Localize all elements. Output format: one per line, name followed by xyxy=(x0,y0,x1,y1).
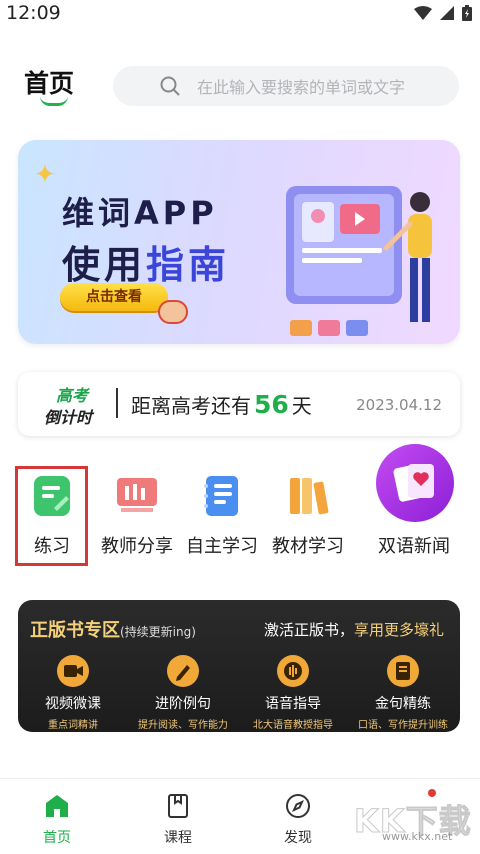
books-item-voice[interactable]: 语音指导 北大语音教授指导 xyxy=(238,655,348,731)
status-bar: 12:09 xyxy=(0,0,480,28)
feature-label-teacher-share: 教师分享 xyxy=(101,536,173,557)
books-item-title: 进阶例句 xyxy=(155,696,211,712)
status-time: 12:09 xyxy=(6,2,61,24)
countdown-days: 56 xyxy=(254,390,289,419)
tab-home[interactable]: 首页 xyxy=(12,793,102,847)
tab-label-home: 首页 xyxy=(43,830,71,846)
book-icon xyxy=(387,655,419,687)
wifi-icon xyxy=(414,6,432,20)
genuine-books-card[interactable]: 正版书专区(持续更新ing) 激活正版书，享用更多壕礼 视频微课 重点词精讲 进… xyxy=(18,600,460,732)
search-icon xyxy=(160,76,180,96)
course-icon xyxy=(168,794,188,818)
countdown-logo-line1: 高考 xyxy=(56,386,89,405)
feature-textbook[interactable]: 教材学习 xyxy=(260,472,356,572)
books-title-text: 正版书专区 xyxy=(30,620,120,641)
home-icon xyxy=(46,795,68,817)
video-icon xyxy=(57,655,89,687)
books-item-sub: 北大语音教授指导 xyxy=(253,720,333,731)
books-promo-b: 享用更多壕礼 xyxy=(353,621,444,639)
header: 首页 在此输入要搜索的单词或文字 xyxy=(0,58,480,114)
banner-title-part1: 使用 xyxy=(62,243,147,287)
tab-course[interactable]: 课程 xyxy=(133,793,223,847)
feature-teacher-share[interactable]: 教师分享 xyxy=(89,472,185,572)
books-promo[interactable]: 激活正版书，享用更多壕礼 xyxy=(264,619,444,640)
tab-label-course: 课程 xyxy=(164,830,192,846)
countdown-date: 2023.04.12 xyxy=(356,396,442,414)
voice-icon xyxy=(277,655,309,687)
tab-label-discover: 发现 xyxy=(284,830,312,846)
feature-label-bilingual-news: 双语新闻 xyxy=(378,536,450,557)
books-title: 正版书专区(持续更新ing) xyxy=(30,616,196,642)
practice-highlight-box xyxy=(15,466,88,566)
books-promo-a: 激活正版书， xyxy=(263,621,354,639)
pointing-hand-icon xyxy=(158,300,188,324)
tab-discover[interactable]: 发现 xyxy=(253,793,343,847)
books-item-video[interactable]: 视频微课 重点词精讲 xyxy=(18,655,128,731)
books-item-sentences[interactable]: 进阶例句 提升阅读、写作能力 xyxy=(128,655,238,731)
compass-icon xyxy=(286,794,310,818)
feature-self-study[interactable]: 自主学习 xyxy=(174,472,270,572)
books-title-note: (持续更新ing) xyxy=(120,625,196,639)
self-study-icon xyxy=(204,476,238,516)
battery-icon xyxy=(462,5,472,21)
exam-countdown-card[interactable]: 高考 倒计时 距离高考还有 56 天 2023.04.12 xyxy=(18,372,460,436)
countdown-text: 距离高考还有 56 天 xyxy=(131,390,312,419)
books-item-sub: 重点词精讲 xyxy=(48,720,98,731)
feature-label-textbook: 教材学习 xyxy=(272,536,344,557)
guide-banner[interactable]: ✦ 维词APP 使用指南 点击查看 xyxy=(18,140,460,344)
feature-label-self-study: 自主学习 xyxy=(186,536,258,557)
watermark-url: www.kkx.net xyxy=(382,830,453,843)
cards-icon xyxy=(393,464,434,502)
banner-title-line2: 使用指南 xyxy=(62,234,230,289)
books-item-title: 语音指导 xyxy=(265,696,321,712)
books-item-title: 视频微课 xyxy=(45,696,101,712)
page-title: 首页 xyxy=(24,69,75,98)
countdown-prefix: 距离高考还有 xyxy=(131,394,251,418)
books-item-quotes[interactable]: 金句精练 口语、写作提升训练 xyxy=(348,655,458,731)
textbook-icon xyxy=(290,478,329,515)
banner-title-line1: 维词APP xyxy=(62,194,218,232)
banner-title-part2: 指南 xyxy=(146,243,231,287)
books-item-sub: 口语、写作提升训练 xyxy=(358,720,448,731)
teacher-share-icon xyxy=(117,478,157,512)
countdown-suffix: 天 xyxy=(291,394,312,418)
sparkle-icon: ✦ xyxy=(34,160,56,190)
signal-icon xyxy=(440,6,454,20)
view-guide-button[interactable]: 点击查看 xyxy=(60,283,168,311)
search-bar[interactable]: 在此输入要搜索的单词或文字 xyxy=(113,66,459,106)
countdown-divider xyxy=(116,388,118,418)
books-item-title: 金句精练 xyxy=(375,696,431,712)
countdown-logo-line2: 倒计时 xyxy=(44,408,93,427)
search-placeholder: 在此输入要搜索的单词或文字 xyxy=(197,78,406,97)
site-watermark: KK下载 www.kkx.net xyxy=(340,790,480,850)
title-smile-decoration xyxy=(40,96,68,106)
books-item-sub: 提升阅读、写作能力 xyxy=(138,720,228,731)
tablet-illustration xyxy=(286,186,432,336)
status-icons xyxy=(414,5,472,21)
pen-icon xyxy=(167,655,199,687)
bilingual-news-icon[interactable] xyxy=(376,444,454,522)
